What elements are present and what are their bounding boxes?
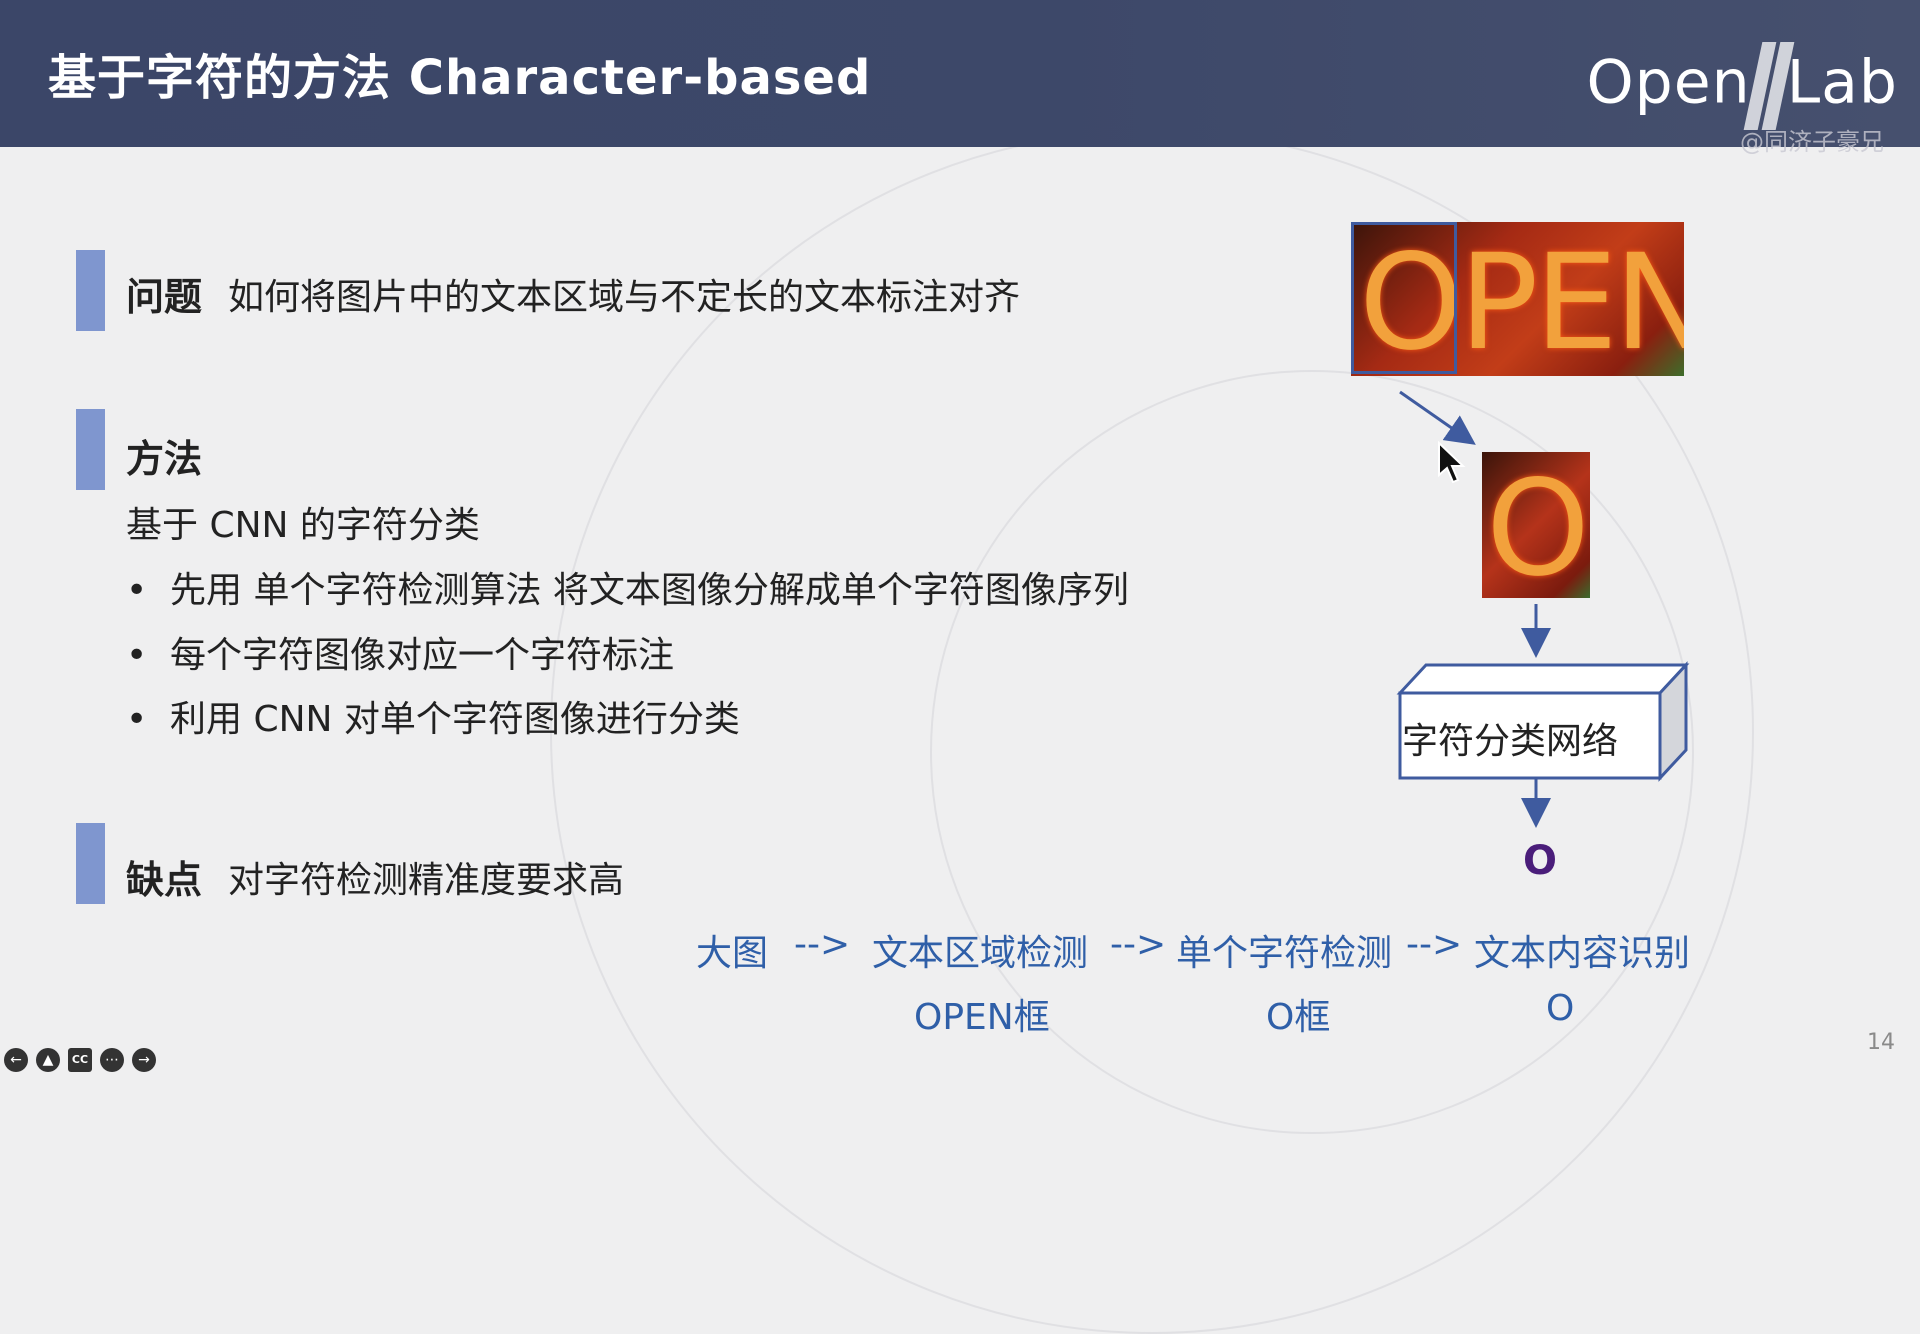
next-icon[interactable]: → bbox=[132, 1048, 156, 1072]
method-bullet: • 先用 单个字符检测算法 将文本图像分解成单个字符图像序列 bbox=[126, 561, 1129, 613]
pipeline-result: O框 bbox=[1266, 997, 1331, 1038]
bullet-text: 每个字符图像对应一个字符标注 bbox=[170, 635, 675, 676]
drawback-label: 缺点 bbox=[126, 858, 203, 902]
pipeline-step: 文本内容识别 bbox=[1474, 933, 1691, 974]
logo-text-left: Open bbox=[1586, 47, 1751, 118]
user-icon[interactable]: ▲ bbox=[36, 1048, 60, 1072]
section-marker bbox=[76, 409, 105, 490]
pipeline-arrow: --> bbox=[1406, 924, 1463, 965]
method-bullet: • 每个字符图像对应一个字符标注 bbox=[126, 626, 674, 678]
bullet-text: 先用 单个字符检测算法 将文本图像分解成单个字符图像序列 bbox=[170, 570, 1129, 611]
method-label: 方法 bbox=[126, 437, 203, 481]
page-number: 14 bbox=[1867, 1030, 1895, 1055]
character-bbox bbox=[1351, 222, 1457, 374]
section-marker bbox=[76, 823, 105, 904]
openmmlab-logo: Open Lab bbox=[1586, 42, 1898, 130]
method-subtitle: 基于 CNN 的字符分类 bbox=[126, 505, 480, 546]
pipeline-arrow: --> bbox=[794, 924, 851, 965]
cc-icon[interactable]: CC bbox=[68, 1048, 92, 1072]
problem-label: 问题 bbox=[126, 275, 203, 319]
problem-text: 如何将图片中的文本区域与不定长的文本标注对齐 bbox=[228, 277, 1021, 318]
bullet-dot-icon: • bbox=[126, 699, 148, 740]
pipeline-step: 大图 bbox=[696, 933, 769, 974]
method-bullet: • 利用 CNN 对单个字符图像进行分类 bbox=[126, 690, 740, 742]
slide-title: 基于字符的方法 Character-based bbox=[48, 50, 872, 106]
bullet-dot-icon: • bbox=[126, 635, 148, 676]
player-controls: ← ▲ CC ⋯ → bbox=[4, 1048, 156, 1072]
slide-header: 基于字符的方法 Character-based Open Lab bbox=[0, 0, 1920, 147]
character-crop-text: O bbox=[1486, 452, 1590, 598]
pipeline-result: O bbox=[1546, 988, 1575, 1029]
network-label: 字符分类网络 bbox=[1402, 721, 1619, 762]
prev-icon[interactable]: ← bbox=[4, 1048, 28, 1072]
pipeline-step: 文本区域检测 bbox=[872, 933, 1089, 974]
character-crop-image: O bbox=[1482, 452, 1590, 598]
mouse-cursor-icon bbox=[1438, 441, 1466, 484]
pipeline-arrow: --> bbox=[1110, 924, 1167, 965]
logo-text-right: Lab bbox=[1786, 47, 1898, 118]
bullet-text: 利用 CNN 对单个字符图像进行分类 bbox=[170, 699, 740, 740]
output-label: O bbox=[1523, 838, 1558, 884]
drawback-text: 对字符检测精准度要求高 bbox=[228, 860, 625, 901]
pipeline-result: OPEN框 bbox=[914, 997, 1050, 1038]
section-marker bbox=[76, 250, 105, 331]
bullet-dot-icon: • bbox=[126, 570, 148, 611]
more-icon[interactable]: ⋯ bbox=[100, 1048, 124, 1072]
pipeline-step: 单个字符检测 bbox=[1176, 933, 1393, 974]
watermark: @同济子豪兄 bbox=[1740, 128, 1884, 156]
